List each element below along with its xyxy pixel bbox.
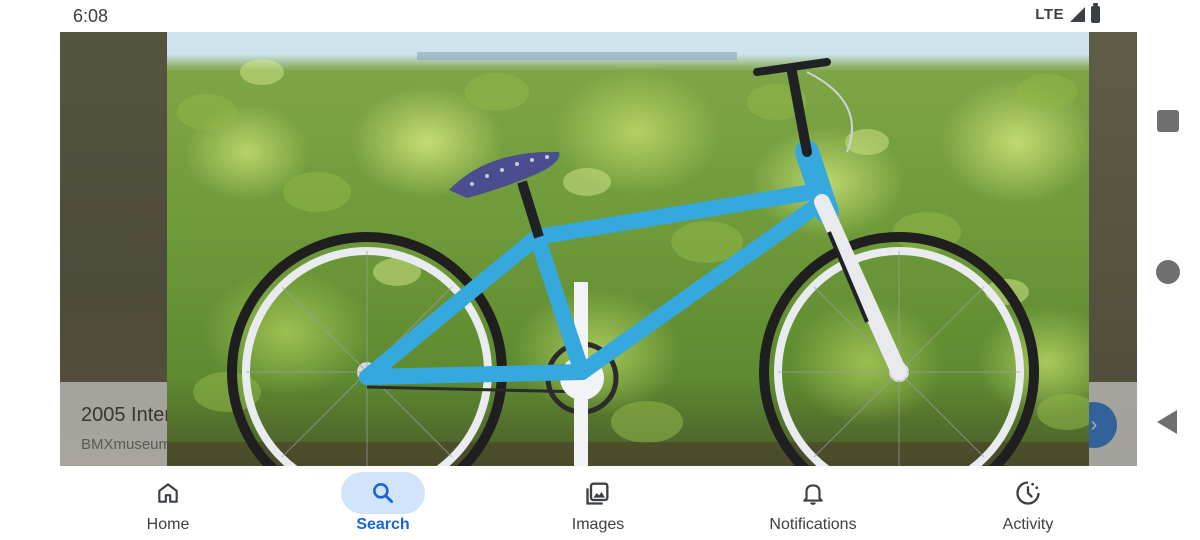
image-viewer[interactable]: 2005 Intense BMXmuseum › bbox=[60, 32, 1137, 466]
nav-activity-icon-wrap bbox=[986, 472, 1070, 514]
back-icon[interactable] bbox=[1157, 410, 1177, 434]
battery-icon bbox=[1091, 3, 1100, 23]
nav-notifications[interactable]: Notifications bbox=[733, 466, 893, 540]
chevron-right-icon: › bbox=[1090, 413, 1098, 436]
nav-home-icon-wrap bbox=[126, 472, 210, 514]
nav-activity-label: Activity bbox=[1002, 516, 1054, 533]
nav-notifications-icon-wrap bbox=[771, 472, 855, 514]
nav-search[interactable]: Search bbox=[303, 466, 463, 540]
signal-icon bbox=[1070, 7, 1085, 22]
result-source: BMXmuseum bbox=[81, 436, 172, 453]
status-indicators: LTE bbox=[1035, 3, 1100, 23]
status-bar: 6:08 LTE bbox=[0, 0, 1200, 32]
activity-icon bbox=[1016, 481, 1040, 505]
nav-home[interactable]: Home bbox=[88, 466, 248, 540]
nav-images-label: Images bbox=[571, 516, 625, 533]
bottom-navigation: Home Search Images Notifications Activit… bbox=[60, 466, 1137, 540]
network-type: LTE bbox=[1035, 6, 1064, 23]
nav-images[interactable]: Images bbox=[518, 466, 678, 540]
nav-search-label: Search bbox=[356, 516, 410, 533]
home-icon bbox=[158, 483, 178, 503]
bell-icon bbox=[803, 484, 823, 505]
search-icon bbox=[373, 483, 394, 504]
nav-search-icon-wrap bbox=[341, 472, 425, 514]
images-icon bbox=[586, 482, 609, 505]
nav-notifications-label: Notifications bbox=[769, 516, 857, 533]
nav-images-icon-wrap bbox=[556, 472, 640, 514]
bike-photo[interactable] bbox=[167, 32, 1089, 466]
status-time: 6:08 bbox=[73, 6, 109, 26]
home-circle-icon[interactable] bbox=[1156, 260, 1180, 284]
nav-activity[interactable]: Activity bbox=[948, 466, 1108, 540]
nav-home-label: Home bbox=[146, 516, 190, 533]
recents-icon[interactable] bbox=[1157, 110, 1179, 132]
system-navigation bbox=[1137, 32, 1200, 540]
bike-illustration bbox=[167, 52, 1089, 466]
